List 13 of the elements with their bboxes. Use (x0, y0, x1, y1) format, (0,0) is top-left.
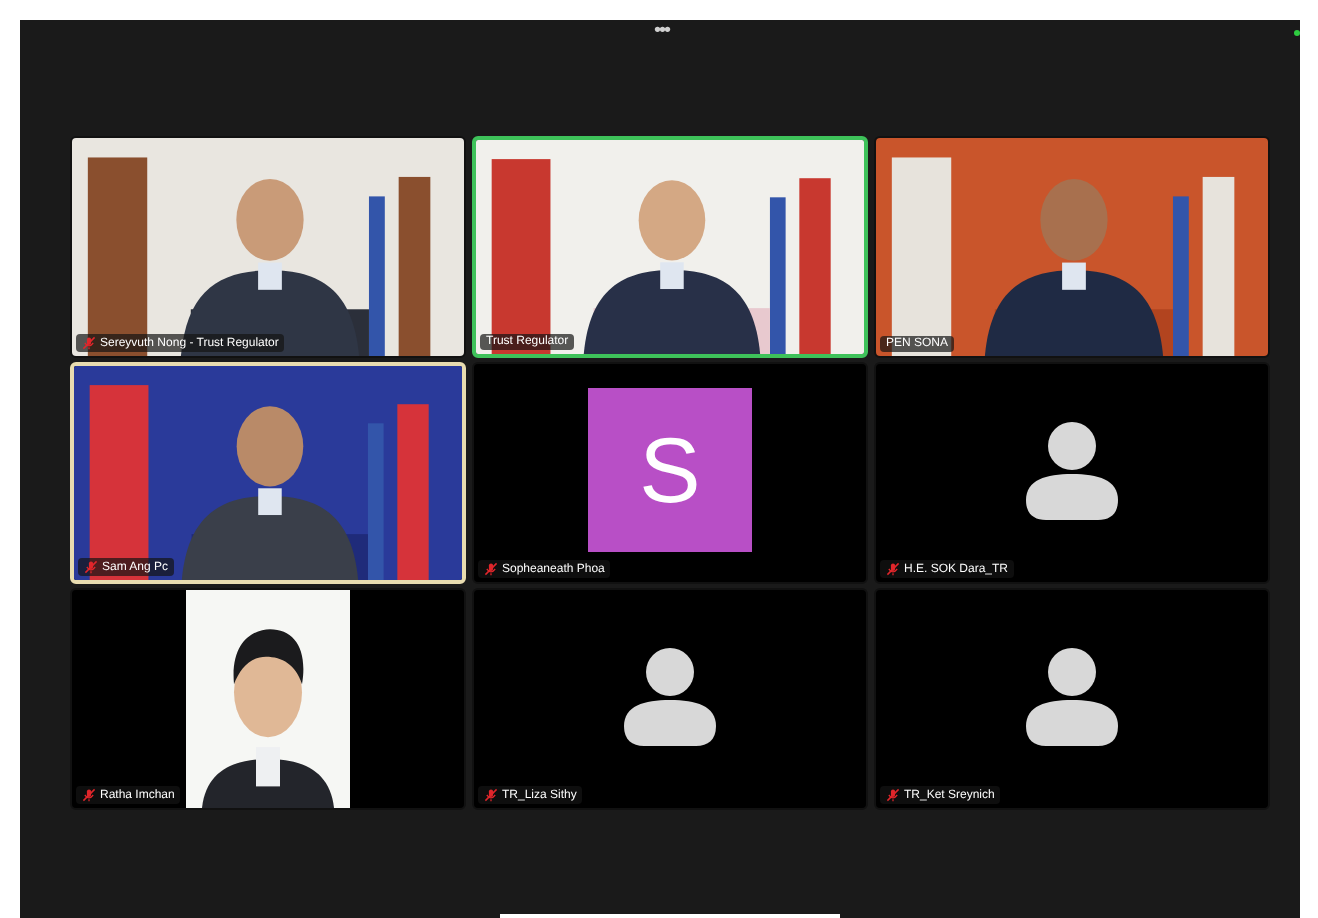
muted-mic-icon (82, 788, 96, 802)
muted-mic-icon (484, 788, 498, 802)
muted-mic-icon (886, 562, 900, 576)
avatar-icon (1022, 419, 1122, 519)
muted-mic-icon (84, 560, 98, 574)
muted-mic-icon (82, 336, 96, 350)
muted-mic-icon (886, 788, 900, 802)
security-icon (1294, 30, 1300, 36)
avatar-icon (620, 645, 720, 745)
avatar-initial: S (588, 387, 752, 551)
more-options-button[interactable]: ••• (654, 20, 670, 42)
avatar-icon (1022, 645, 1122, 745)
muted-mic-icon (484, 562, 498, 576)
